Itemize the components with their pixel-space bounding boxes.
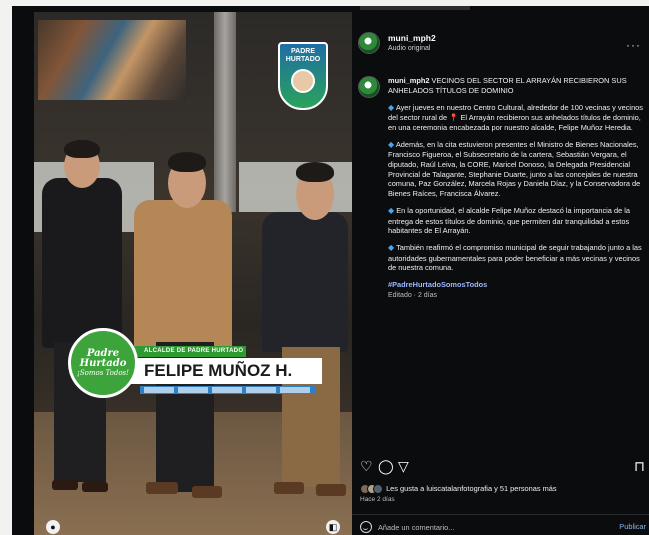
post-age: Hace 2 días	[360, 496, 395, 503]
municipality-logo-badge: PADRE HURTADO	[278, 42, 328, 110]
caption-username[interactable]: muni_mph2	[388, 76, 429, 85]
likes-text: Les gusta a luiscatalanfotografia y 51 p…	[386, 484, 557, 493]
audio-toggle-icon[interactable]: ◧	[326, 520, 340, 534]
name-label: FELIPE MUÑOZ H.	[126, 358, 322, 384]
instagram-post-frame: PADRE HURTADO Padre Hurtado ¡Somos Todos…	[12, 6, 649, 535]
blue-diamond-icon: ◆	[388, 205, 395, 215]
post-media[interactable]: PADRE HURTADO Padre Hurtado ¡Somos Todos…	[34, 12, 352, 535]
comment-icon[interactable]: ◯	[378, 458, 394, 474]
social-handles-bar	[140, 386, 316, 394]
role-label: ALCALDE DE PADRE HURTADO	[126, 346, 246, 357]
caption-avatar[interactable]	[358, 76, 380, 98]
circle-line-3: ¡Somos Todos!	[77, 368, 129, 377]
comment-input[interactable]	[378, 521, 598, 533]
divider	[352, 514, 649, 515]
emoji-icon[interactable]	[360, 521, 372, 533]
badge-subtitle: HURTADO	[285, 55, 321, 63]
edited-timestamp: Editado · 2 días	[388, 291, 438, 299]
liker-avatars	[360, 484, 383, 495]
blue-diamond-icon: ◆	[388, 243, 395, 253]
badge-portrait	[291, 69, 315, 94]
wall-mural	[38, 20, 186, 100]
caption-paragraph-4: También reafirmó el compromiso municipal…	[388, 243, 642, 273]
heart-icon[interactable]: ♡	[360, 458, 373, 474]
hashtag-link[interactable]: #PadreHurtadoSomosTodos	[388, 280, 487, 289]
blue-diamond-icon: ◆	[388, 102, 395, 112]
caption-paragraph-3: En la oportunidad, el alcalde Felipe Muñ…	[388, 205, 630, 236]
blue-diamond-icon: ◆	[388, 139, 395, 149]
name-lower-third: Padre Hurtado ¡Somos Todos! ALCALDE DE P…	[68, 328, 322, 404]
user-tag-icon[interactable]: ●	[46, 520, 60, 534]
top-strip	[360, 6, 470, 10]
more-options-icon[interactable]: ···	[626, 38, 641, 52]
caption-paragraph-2: Además, en la cita estuvieron presentes …	[388, 139, 641, 199]
post-caption: muni_mph2 VECINOS DEL SECTOR EL ARRAYÁN …	[388, 76, 646, 307]
avatar[interactable]	[358, 32, 380, 54]
publish-button[interactable]: Publicar	[619, 522, 646, 531]
share-icon[interactable]: ▽	[398, 458, 409, 474]
action-bar: ♡ ◯ ▽ ⊓	[360, 458, 646, 476]
comment-composer: Publicar	[360, 521, 646, 535]
audio-label[interactable]: Audio original	[388, 45, 430, 52]
bookmark-icon[interactable]: ⊓	[634, 458, 645, 474]
padre-hurtado-circle-logo: Padre Hurtado ¡Somos Todos!	[68, 328, 138, 398]
post-header: muni_mph2 Audio original ···	[358, 32, 643, 60]
likes-summary[interactable]: Les gusta a luiscatalanfotografia y 51 p…	[360, 484, 557, 495]
header-username[interactable]: muni_mph2	[388, 33, 436, 43]
building-column	[214, 12, 236, 212]
post-details-panel: muni_mph2 Audio original ··· muni_mph2 V…	[352, 6, 649, 535]
badge-title: PADRE	[291, 48, 315, 55]
location-pin-icon: 📍	[449, 113, 459, 123]
